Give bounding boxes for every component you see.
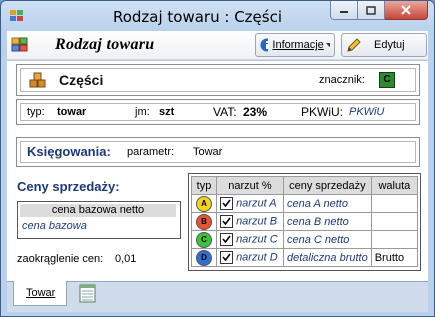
check-icon <box>222 199 231 208</box>
vat-value: 23% <box>243 105 268 119</box>
checkbox[interactable] <box>220 197 233 210</box>
base-price-value[interactable]: cena bazowa <box>22 220 87 232</box>
accounting-panel: Księgowania: parametr: Towar <box>16 137 420 167</box>
marker-badge: C <box>379 72 395 88</box>
toolbar: Rodzaj towaru Informacje Edytuj <box>7 31 428 60</box>
info-icon <box>260 38 269 52</box>
tab-notes[interactable] <box>77 281 101 305</box>
markup-value: narzut B <box>236 215 278 228</box>
prices-table: typ narzut % ceny sprzedaży waluta A nar… <box>191 176 419 267</box>
currency-cell[interactable] <box>370 230 419 249</box>
col-price: ceny sprzedaży <box>283 176 372 195</box>
price-type-cell: D <box>191 248 217 267</box>
pkwiu-value: PKWiU <box>349 106 385 118</box>
base-price-box: cena bazowa netto cena bazowa <box>17 201 181 239</box>
minimize-icon <box>340 11 348 13</box>
vat-label: VAT: <box>213 105 237 119</box>
edit-button[interactable]: Edytuj <box>341 33 427 57</box>
prices-title: Ceny sprzedaży: <box>17 179 120 194</box>
markup-value: narzut A <box>236 197 277 210</box>
price-cell[interactable]: cena A netto <box>283 194 372 213</box>
checkbox[interactable] <box>220 215 233 228</box>
tab-towar[interactable]: Towar <box>13 281 67 306</box>
price-type-cell: A <box>191 194 217 213</box>
col-currency: waluta <box>370 176 419 195</box>
window: Rodzaj towaru : Części Rodzaj towaru Inf… <box>0 0 435 317</box>
price-badge: D <box>196 249 212 266</box>
price-cell[interactable]: detaliczna brutto <box>283 248 372 267</box>
currency-cell[interactable]: Brutto <box>370 248 419 267</box>
currency-cell[interactable] <box>370 194 419 213</box>
boxes-icon <box>29 72 46 88</box>
maximize-button[interactable] <box>358 1 385 20</box>
marker-label: znacznik: <box>319 74 365 86</box>
markup-cell[interactable]: narzut A <box>216 194 284 213</box>
table-row[interactable]: B narzut B cena B netto <box>191 212 419 231</box>
price-type-cell: C <box>191 230 217 249</box>
param-value: Towar <box>193 146 223 158</box>
maximize-icon <box>366 5 376 15</box>
title-bar: Rodzaj towaru : Części <box>1 1 434 31</box>
info-button-label: Informacje <box>272 39 324 51</box>
param-label: parametr: <box>127 146 175 158</box>
marker-value: C <box>383 74 391 85</box>
unit-value: szt <box>159 106 175 118</box>
col-type: typ <box>191 176 217 195</box>
close-button[interactable] <box>385 1 428 20</box>
client-area: Rodzaj towaru Informacje Edytuj Części z… <box>7 31 428 312</box>
price-cell[interactable]: cena C netto <box>283 230 372 249</box>
currency-cell[interactable] <box>370 212 419 231</box>
minimize-button[interactable] <box>330 1 358 20</box>
table-row[interactable]: A narzut A cena A netto <box>191 194 419 213</box>
price-badge: A <box>196 195 212 212</box>
price-type-cell: B <box>191 212 217 231</box>
price-badge: B <box>196 213 212 230</box>
table-row[interactable]: C narzut C cena C netto <box>191 230 419 249</box>
close-icon <box>401 5 411 15</box>
notepad-icon <box>79 284 96 303</box>
check-icon <box>222 235 231 244</box>
product-type-icon <box>11 37 28 52</box>
pkwiu-label: PKWiU: <box>301 105 343 119</box>
prices-table-header: typ narzut % ceny sprzedaży waluta <box>191 176 419 195</box>
price-badge: C <box>196 231 212 248</box>
rounding-label: zaokrąglenie cen: <box>17 253 104 265</box>
product-type-name: Części <box>59 72 104 88</box>
markup-cell[interactable]: narzut C <box>216 230 284 249</box>
check-icon <box>222 217 231 226</box>
prices-table-frame: typ narzut % ceny sprzedaży waluta A nar… <box>188 173 421 271</box>
table-row[interactable]: D narzut D detaliczna brutto Brutto <box>191 248 419 267</box>
details-panel: typ: towar jm: szt VAT: 23% PKWiU: PKWiU <box>16 99 420 125</box>
markup-cell[interactable]: narzut D <box>216 248 284 267</box>
check-icon <box>222 253 231 262</box>
tab-towar-label: Towar <box>26 287 56 299</box>
markup-value: narzut C <box>236 233 278 246</box>
markup-cell[interactable]: narzut B <box>216 212 284 231</box>
markup-value: narzut D <box>236 251 278 264</box>
info-button[interactable]: Informacje <box>255 33 335 57</box>
checkbox[interactable] <box>220 233 233 246</box>
col-markup: narzut % <box>216 176 284 195</box>
toolbar-title: Rodzaj towaru <box>55 36 155 53</box>
checkbox[interactable] <box>220 251 233 264</box>
rounding-value: 0,01 <box>115 253 137 265</box>
chevron-down-icon <box>325 42 330 47</box>
type-value: towar <box>57 106 87 118</box>
type-label: typ: <box>27 106 45 118</box>
accounting-title: Księgowania: <box>27 144 111 159</box>
edit-button-label: Edytuj <box>374 39 405 51</box>
price-cell[interactable]: cena B netto <box>283 212 372 231</box>
base-price-header: cena bazowa netto <box>20 204 176 217</box>
pencil-icon <box>347 38 361 52</box>
tab-bar: Towar <box>7 281 428 312</box>
unit-label: jm: <box>135 106 150 118</box>
header-panel: Części znacznik: C <box>16 64 420 96</box>
